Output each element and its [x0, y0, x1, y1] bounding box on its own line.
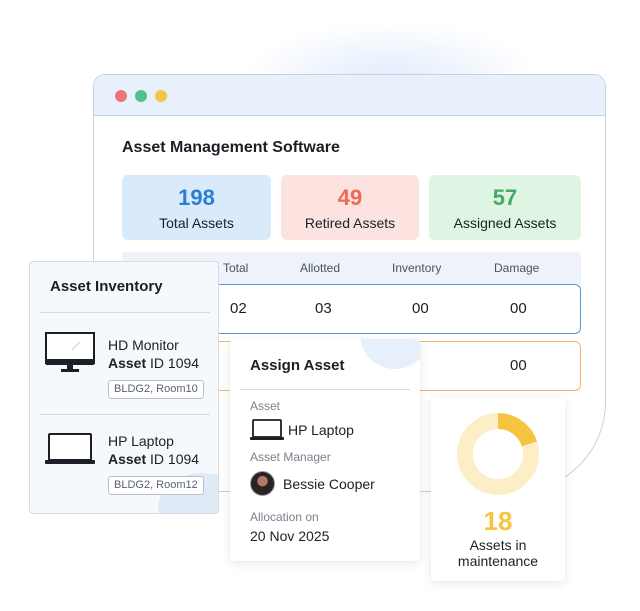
asset-label: Asset: [250, 399, 281, 413]
manager-label: Asset Manager: [250, 450, 331, 464]
maximize-window-button[interactable]: [155, 90, 167, 102]
asset-inventory-card: Asset Inventory HD Monitor Asset ID 1094…: [29, 261, 219, 514]
stat-value: 198: [178, 185, 215, 210]
stat-value: 57: [492, 185, 518, 210]
assign-title: Assign Asset: [250, 357, 345, 374]
maintenance-donut-chart: [457, 413, 539, 495]
item-id: Asset ID 1094: [108, 354, 199, 372]
laptop-icon: [250, 419, 284, 440]
cell-allotted: 03: [315, 300, 332, 317]
monitor-icon: [45, 332, 95, 372]
manager-value[interactable]: Bessie Cooper: [283, 476, 375, 492]
asset-value[interactable]: HP Laptop: [288, 422, 354, 438]
item-id-value: ID 1094: [150, 355, 200, 371]
assign-asset-card: Assign Asset Asset HP Laptop Asset Manag…: [230, 339, 420, 561]
laptop-icon: [45, 433, 95, 464]
maintenance-count: 18: [483, 506, 513, 536]
maintenance-label-line1: Assets in: [469, 537, 527, 553]
stat-label: Assigned Assets: [453, 215, 557, 231]
divider: [240, 389, 410, 390]
inventory-title: Asset Inventory: [50, 278, 163, 295]
maintenance-label: Assets in maintenance: [431, 537, 565, 569]
divider: [40, 312, 210, 313]
location-tag: BLDG2, Room10: [108, 380, 204, 399]
allocation-label: Allocation on: [250, 510, 319, 524]
column-header-inventory[interactable]: Inventory: [392, 261, 441, 275]
minimize-window-button[interactable]: [135, 90, 147, 102]
maintenance-card[interactable]: 18 Assets in maintenance: [431, 398, 565, 581]
cell-total: 02: [230, 300, 247, 317]
stat-card-total[interactable]: 198 Total Assets: [122, 175, 271, 240]
avatar: [250, 471, 275, 496]
divider: [40, 414, 210, 415]
cell-damage: 00: [510, 300, 527, 317]
item-id-label: Asset: [108, 355, 147, 371]
page-title: Asset Management Software: [122, 139, 340, 156]
item-name: HD Monitor: [108, 337, 179, 353]
column-header-damage[interactable]: Damage: [494, 261, 539, 275]
allocation-date[interactable]: 20 Nov 2025: [250, 528, 329, 544]
stat-card-retired[interactable]: 49 Retired Assets: [281, 175, 419, 240]
decorative-blob: [360, 339, 420, 369]
stat-card-assigned[interactable]: 57 Assigned Assets: [429, 175, 581, 240]
stat-value: 49: [337, 185, 363, 210]
close-window-button[interactable]: [115, 90, 127, 102]
stat-label: Total Assets: [159, 215, 234, 231]
cell-inventory: 00: [412, 300, 429, 317]
window-titlebar: [94, 75, 605, 116]
column-header-total[interactable]: Total: [223, 261, 248, 275]
maintenance-label-line2: maintenance: [457, 553, 539, 569]
item-id-value: ID 1094: [150, 451, 200, 467]
cell-damage: 00: [510, 357, 527, 374]
item-id-label: Asset: [108, 451, 147, 467]
location-tag: BLDG2, Room12: [108, 476, 204, 495]
item-name: HP Laptop: [108, 433, 174, 449]
column-header-allotted[interactable]: Allotted: [300, 261, 340, 275]
stat-label: Retired Assets: [304, 215, 396, 231]
item-id: Asset ID 1094: [108, 450, 199, 468]
